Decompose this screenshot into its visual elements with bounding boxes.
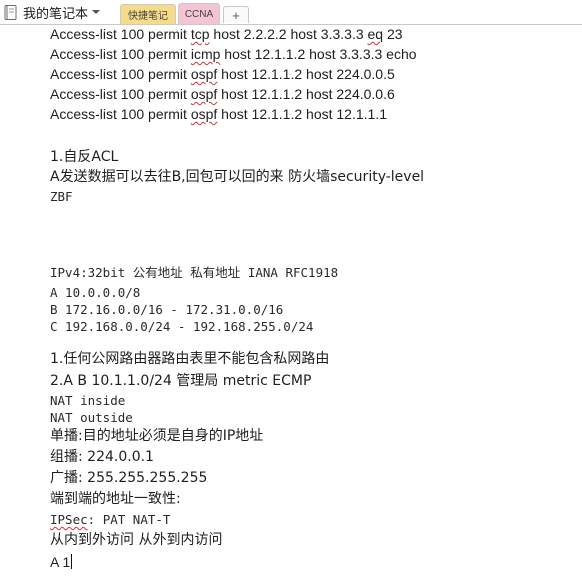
consistency-line: 端到端的地址一致性: xyxy=(50,491,181,507)
acl-protocol: tcp xyxy=(190,26,210,42)
acl-line: Access-list 100 permit ospf host 12.1.1.… xyxy=(50,107,387,121)
acl-line: Access-list 100 permit ospf host 12.1.1.… xyxy=(50,87,395,101)
notebook-icon xyxy=(2,4,19,21)
acl-text: 23 xyxy=(383,26,403,42)
unicast-line: 单播:目的地址必须是自身的IP地址 xyxy=(50,428,264,444)
acl-line: Access-list 100 permit tcp host 2.2.2.2 … xyxy=(50,27,403,41)
current-edit-line[interactable]: A 1 xyxy=(50,554,73,570)
notebook-name: 我的笔记本 xyxy=(23,6,89,22)
add-tab-button[interactable]: + xyxy=(223,6,249,23)
reflexive-acl-description: A发送数据可以去往B,回包可以回的来 防火墙security-level xyxy=(50,169,425,185)
acl-protocol: ospf xyxy=(190,66,218,82)
acl-text: host 12.1.1.2 host 3.3.3.3 echo xyxy=(220,46,417,62)
nat-inside: NAT inside xyxy=(50,393,126,408)
notebook-selector[interactable]: 我的笔记本 xyxy=(2,2,101,22)
ipsec-word: IPSec xyxy=(50,512,88,527)
acl-line: Access-list 100 permit ospf host 12.1.1.… xyxy=(50,67,395,81)
access-direction-line: 从内到外访问 从外到内访问 xyxy=(50,532,223,548)
private-range-b: B 172.16.0.0/16 - 172.31.0.0/16 xyxy=(50,302,284,317)
acl-text: host 12.1.1.2 host 224.0.0.6 xyxy=(217,86,395,102)
acl-text: Access-list 100 permit xyxy=(50,26,191,42)
last-line-text: A 1 xyxy=(50,554,71,570)
ipsec-rest: : PAT NAT-T xyxy=(87,512,171,527)
acl-text: Access-list 100 permit xyxy=(50,46,191,62)
acl-line: Access-list 100 permit icmp host 12.1.1.… xyxy=(50,47,417,61)
acl-text: Access-list 100 permit xyxy=(50,106,191,122)
acl-text: host 12.1.1.2 host 224.0.0.5 xyxy=(217,66,395,82)
nat-outside: NAT outside xyxy=(50,410,133,425)
acl-protocol: icmp xyxy=(190,46,221,62)
acl-text: host 2.2.2.2 host 3.3.3.3 xyxy=(209,26,368,42)
ipsec-line: IPSec: PAT NAT-T xyxy=(50,512,171,527)
routing-rule-1: 1.任何公网路由器路由表里不能包含私网路由 xyxy=(50,351,330,367)
tab-quick-notes[interactable]: 快捷笔记 xyxy=(120,4,176,24)
text-caret xyxy=(71,554,73,569)
routing-rule-2: 2.A B 10.1.1.0/24 管理局 metric ECMP xyxy=(50,373,312,389)
private-range-a: A 10.0.0.0/8 xyxy=(50,285,141,300)
zbf-text: ZBF xyxy=(50,189,73,204)
acl-protocol: ospf xyxy=(190,106,218,122)
reflexive-acl-heading: 1.自反ACL xyxy=(50,149,119,165)
ipv4-summary: IPv4:32bit 公有地址 私有地址 IANA RFC1918 xyxy=(50,265,339,280)
note-editor[interactable]: Access-list 100 permit tcp host 2.2.2.2 … xyxy=(0,25,582,583)
private-range-c: C 192.168.0.0/24 - 192.168.255.0/24 xyxy=(50,319,314,334)
acl-text: Access-list 100 permit xyxy=(50,66,191,82)
acl-protocol: ospf xyxy=(190,86,218,102)
title-bar: 我的笔记本 快捷笔记 CCNA + xyxy=(0,0,582,25)
tab-ccna[interactable]: CCNA xyxy=(178,3,220,24)
acl-text: Access-list 100 permit xyxy=(50,86,191,102)
multicast-line: 组播: 224.0.0.1 xyxy=(50,449,154,465)
broadcast-line: 广播: 255.255.255.255 xyxy=(50,470,208,486)
acl-text: host 12.1.1.2 host 12.1.1.1 xyxy=(217,106,387,122)
chevron-down-icon[interactable] xyxy=(92,10,101,14)
acl-operator: eq xyxy=(367,26,384,42)
